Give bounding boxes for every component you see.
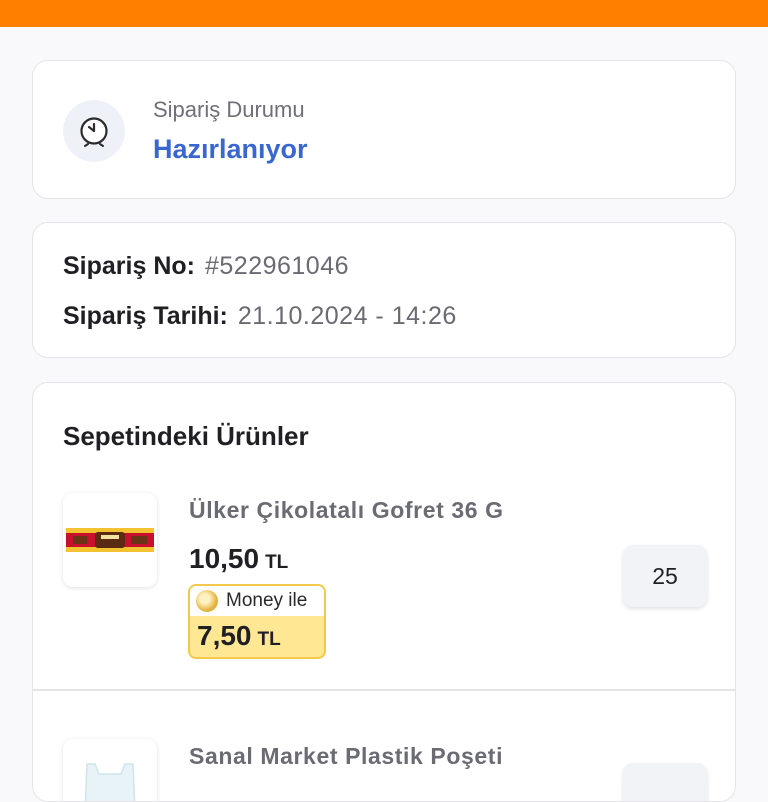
quantity-badge[interactable] — [623, 763, 707, 801]
product-name[interactable]: Ülker Çikolatalı Gofret 36 G — [189, 497, 504, 524]
product-price-currency: TL — [265, 552, 289, 573]
clock-icon — [63, 100, 125, 162]
order-status-value: Hazırlanıyor — [153, 134, 308, 164]
order-date-value: 21.10.2024 - 14:26 — [237, 302, 457, 330]
money-price-value: 7,50 — [197, 620, 252, 651]
product-divider — [33, 689, 735, 691]
product-image[interactable] — [63, 493, 157, 587]
money-price-currency: TL — [257, 629, 281, 650]
products-title: Sepetindeki Ürünler — [63, 421, 309, 451]
money-label-row: Money ile — [190, 586, 324, 616]
order-number-label: Sipariş No: — [63, 252, 195, 280]
top-bar — [0, 0, 768, 27]
money-price-badge: Money ile 7,50 TL — [188, 584, 326, 659]
product-name[interactable]: Sanal Market Plastik Poşeti — [189, 743, 503, 770]
order-date-label: Sipariş Tarihi: — [63, 302, 228, 330]
order-date-row: Sipariş Tarihi: 21.10.2024 - 14:26 — [63, 302, 457, 331]
product-price: 10,50 TL — [189, 543, 288, 575]
product-image[interactable] — [63, 739, 157, 801]
money-price: 7,50 TL — [190, 616, 324, 652]
product-price-value: 10,50 — [189, 543, 260, 574]
order-number-value: #522961046 — [204, 252, 350, 280]
quantity-badge[interactable]: 25 — [623, 545, 707, 607]
money-coin-icon — [196, 590, 218, 612]
money-label: Money ile — [226, 590, 308, 611]
order-status-label: Sipariş Durumu — [153, 97, 305, 122]
order-number-row: Sipariş No: #522961046 — [63, 252, 349, 281]
order-info-card: Sipariş No: #522961046 Sipariş Tarihi: 21.… — [32, 222, 736, 358]
order-status-card: Sipariş Durumu Hazırlanıyor — [32, 60, 736, 199]
cart-products-card: Sepetindeki Ürünler Ülker Çikolatalı Gof… — [32, 382, 736, 802]
